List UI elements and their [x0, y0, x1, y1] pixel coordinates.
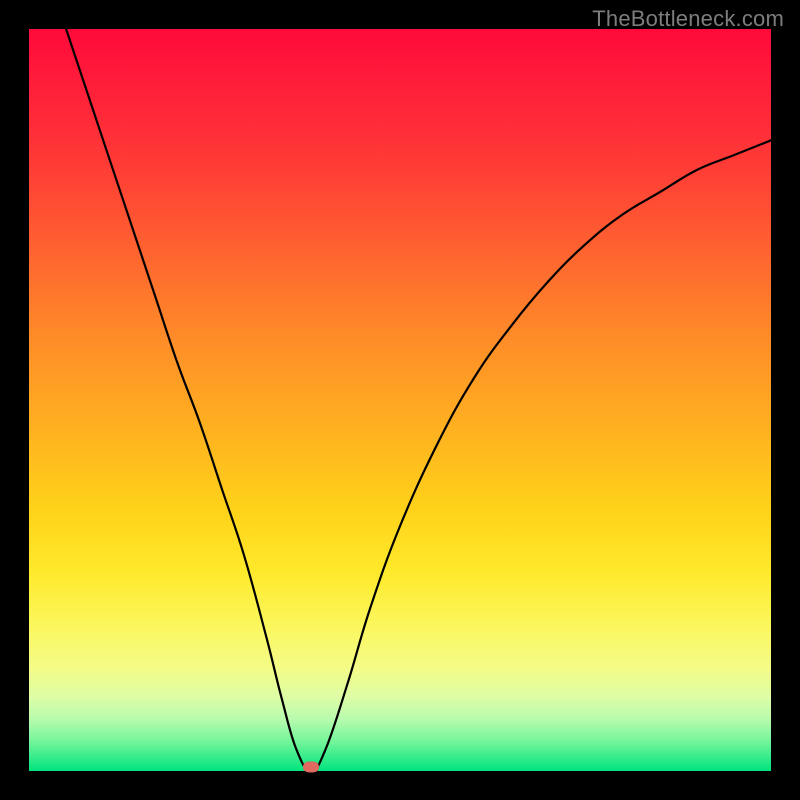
plot-area [29, 29, 771, 771]
minimum-marker [303, 762, 319, 773]
chart-frame: TheBottleneck.com [0, 0, 800, 800]
bottleneck-curve [29, 29, 771, 771]
watermark-text: TheBottleneck.com [592, 6, 784, 32]
